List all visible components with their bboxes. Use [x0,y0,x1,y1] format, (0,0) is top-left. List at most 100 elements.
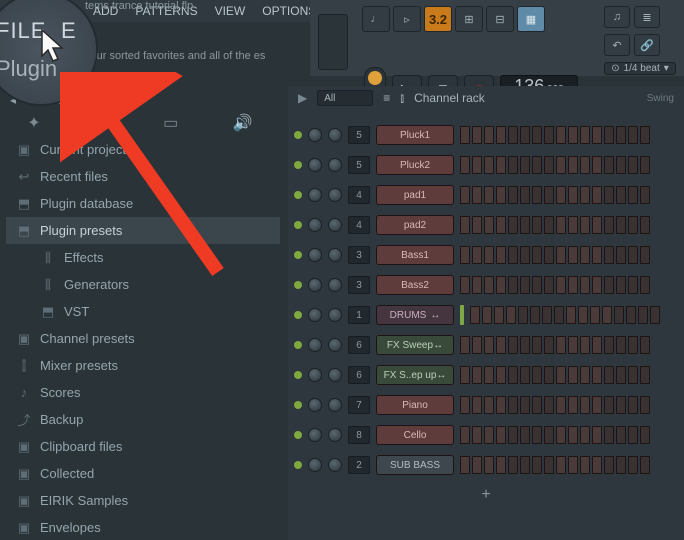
step-sequence[interactable] [460,126,650,144]
channel-mixer-track[interactable]: 7 [348,396,370,414]
step-cell[interactable] [556,216,566,234]
chevron-down-icon[interactable]: ▾ [104,93,122,107]
step-cell[interactable] [544,456,554,474]
step-sequence[interactable] [460,246,650,264]
channel-button[interactable]: Bass1 [376,245,454,265]
channel-mute-led[interactable] [294,401,302,409]
step-cell[interactable] [556,426,566,444]
step-cell[interactable] [604,186,614,204]
step-cell[interactable] [556,456,566,474]
step-cell[interactable] [568,156,578,174]
step-cell[interactable] [482,306,492,324]
step-cell[interactable] [580,126,590,144]
step-cell[interactable] [460,126,470,144]
step-cell[interactable] [506,306,516,324]
channel-vol-knob[interactable] [328,188,342,202]
step-cell[interactable] [532,156,542,174]
step-cell[interactable] [532,336,542,354]
step-cell[interactable] [494,306,504,324]
toolbar-countdown-button[interactable]: ▹ [393,6,421,32]
step-cell[interactable] [592,426,602,444]
step-cell[interactable] [616,126,626,144]
step-cell[interactable] [484,336,494,354]
browser-item-channel-presets[interactable]: ▣Channel presets [6,325,280,352]
step-cell[interactable] [460,156,470,174]
step-cell[interactable] [484,186,494,204]
step-cell[interactable] [580,366,590,384]
channel-mute-led[interactable] [294,431,302,439]
step-cell[interactable] [604,336,614,354]
step-cell[interactable] [580,186,590,204]
step-cell[interactable] [580,276,590,294]
master-volume-slider[interactable] [318,14,348,70]
channel-vol-knob[interactable] [328,218,342,232]
step-cell[interactable] [628,126,638,144]
channel-pan-knob[interactable] [308,278,322,292]
step-cell[interactable] [604,216,614,234]
step-cell[interactable] [508,156,518,174]
step-cell[interactable] [604,366,614,384]
channel-pan-knob[interactable] [308,218,322,232]
step-cell[interactable] [520,186,530,204]
step-cell[interactable] [616,396,626,414]
browser-item-generators[interactable]: ⫼Generators [6,271,280,298]
browser-item-recent-files[interactable]: ↩Recent files [6,163,280,190]
channel-button[interactable]: Cello [376,425,454,445]
step-cell[interactable] [604,126,614,144]
step-cell[interactable] [532,396,542,414]
step-cell[interactable] [496,366,506,384]
step-cell[interactable] [590,306,600,324]
step-cell[interactable] [568,456,578,474]
step-cell[interactable] [496,186,506,204]
step-cell[interactable] [460,216,470,234]
step-cell[interactable] [520,366,530,384]
step-sequence[interactable] [460,336,650,354]
step-cell[interactable] [520,276,530,294]
step-sequence[interactable] [470,306,660,324]
step-cell[interactable] [496,216,506,234]
browser-item-backup[interactable]: ⤴Backup [6,406,280,433]
step-sequence[interactable] [460,426,650,444]
channel-mute-led[interactable] [294,161,302,169]
channel-button[interactable]: DRUMS↔ [376,305,454,325]
step-cell[interactable] [640,216,650,234]
channel-mute-led[interactable] [294,191,302,199]
step-cell[interactable] [568,246,578,264]
step-cell[interactable] [484,426,494,444]
channel-button[interactable]: pad2 [376,215,454,235]
browser-item-collected[interactable]: ▣Collected [6,460,280,487]
step-cell[interactable] [638,306,648,324]
step-cell[interactable] [472,186,482,204]
step-cell[interactable] [496,396,506,414]
step-cell[interactable] [616,186,626,204]
add-channel-button[interactable]: + [288,476,684,504]
step-cell[interactable] [460,336,470,354]
channel-mute-led[interactable] [294,311,302,319]
step-cell[interactable] [628,456,638,474]
step-cell[interactable] [556,336,566,354]
step-cell[interactable] [532,126,542,144]
view-mixer-button[interactable]: ≣ [634,6,660,28]
step-cell[interactable] [568,396,578,414]
channel-pan-knob[interactable] [308,458,322,472]
channel-vol-knob[interactable] [328,128,342,142]
step-cell[interactable] [484,276,494,294]
channel-vol-knob[interactable] [328,398,342,412]
step-cell[interactable] [508,366,518,384]
step-cell[interactable] [628,366,638,384]
step-cell[interactable] [484,246,494,264]
step-cell[interactable] [578,306,588,324]
channel-pan-knob[interactable] [308,338,322,352]
step-cell[interactable] [628,396,638,414]
step-cell[interactable] [640,126,650,144]
channel-mute-led[interactable] [294,341,302,349]
step-cell[interactable] [628,216,638,234]
step-cell[interactable] [628,186,638,204]
step-cell[interactable] [616,366,626,384]
step-cell[interactable] [460,426,470,444]
step-cell[interactable] [554,306,564,324]
step-cell[interactable] [604,426,614,444]
undo-button[interactable]: ↶ [604,34,630,56]
step-cell[interactable] [568,276,578,294]
step-cell[interactable] [544,366,554,384]
